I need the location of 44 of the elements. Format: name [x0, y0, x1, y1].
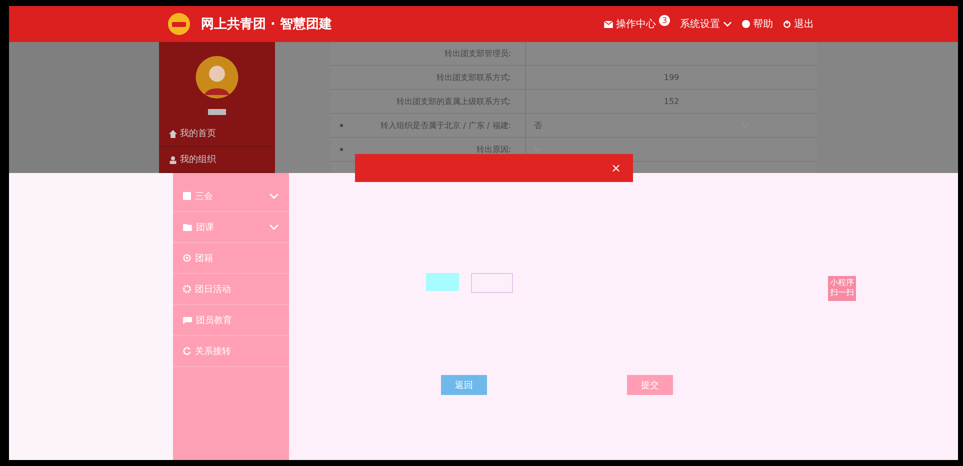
field-label: 转出团支部联系方式: [436, 72, 511, 83]
menu-item[interactable]: 三会 [173, 181, 289, 212]
home-icon [169, 130, 177, 138]
nav-link[interactable]: 系统设置 [680, 17, 732, 31]
field-value: 199 [664, 73, 680, 82]
site-title: 网上共青团 · 智慧团建 [201, 16, 332, 33]
outline-button[interactable] [471, 273, 513, 293]
close-button[interactable]: × [610, 161, 633, 175]
users-icon [169, 156, 177, 164]
avatar-icon [194, 56, 240, 99]
chat-icon [183, 316, 192, 324]
mail-icon [604, 20, 613, 28]
nav-link[interactable]: 退出 [783, 17, 814, 31]
field-label: 转出团支部的直属上级联系方式: [396, 96, 511, 107]
gear-icon [183, 285, 191, 293]
menu-item[interactable]: 团员教育 [173, 305, 289, 336]
field-label: 转出团支部管理员: [444, 48, 511, 59]
menu-item[interactable]: 团课 [173, 212, 289, 243]
emblem-icon [167, 12, 191, 36]
select-field[interactable]: 否 [526, 114, 757, 137]
small-button[interactable] [426, 273, 459, 291]
chevron-down-icon [269, 193, 279, 199]
power-icon [783, 20, 791, 28]
required-dot [340, 148, 342, 151]
nav-link[interactable]: 操作中心 3 [604, 17, 670, 31]
count-badge: 3 [659, 14, 670, 26]
menu-item[interactable]: 团籍 [173, 243, 289, 274]
action-button[interactable]: 返回 [441, 375, 487, 395]
mini-program-badge[interactable]: 小程序 扫一扫 [828, 276, 856, 301]
chevron-down-icon [269, 224, 279, 230]
checkbox-icon [183, 192, 191, 200]
nav-link[interactable]: 帮助 [742, 17, 773, 31]
required-dot [340, 124, 342, 127]
menu-item[interactable]: 关系接转 [173, 336, 289, 367]
name-placeholder [208, 108, 226, 115]
target-icon [183, 254, 191, 262]
field-label: 转出原因: [476, 144, 511, 155]
chevron-down-icon [723, 21, 732, 27]
menu-item[interactable]: 团日活动 [173, 274, 289, 305]
action-button[interactable]: 提交 [627, 375, 673, 395]
refresh-icon [183, 347, 191, 355]
field-value: 152 [664, 97, 680, 106]
folder-icon [183, 224, 192, 230]
field-label: 转入组织是否属于北京 / 广东 / 福建: [380, 120, 511, 131]
